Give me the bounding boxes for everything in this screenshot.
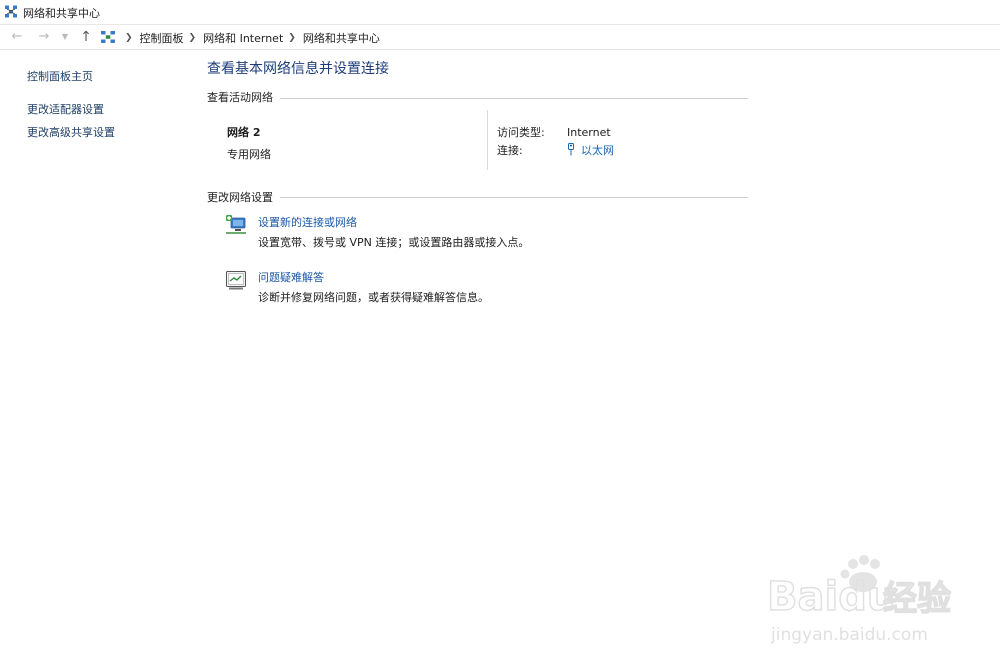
connections-row: 连接: 以太网 — [497, 142, 614, 158]
breadcrumb-control-panel[interactable]: 控制面板 — [140, 30, 184, 46]
title-bar: 网络和共享中心 — [0, 0, 1000, 24]
troubleshoot-icon[interactable] — [225, 269, 247, 291]
navigation-bar: ← → ▼ ↑ ❯ 控制面板 ❯ 网络和 Internet ❯ 网络和共享中心 — [0, 24, 1000, 50]
ethernet-icon — [568, 143, 574, 156]
back-arrow-icon[interactable]: ← — [9, 29, 25, 45]
ethernet-connection-link[interactable]: 以太网 — [567, 142, 614, 158]
task-new-connection: 设置新的连接或网络 设置宽带、拨号或 VPN 连接；或设置路由器或接入点。 — [225, 214, 555, 250]
network-category[interactable]: 专用网络 — [227, 146, 271, 162]
ethernet-label[interactable]: 以太网 — [581, 144, 614, 157]
control-panel-home-link[interactable]: 控制面板主页 — [27, 68, 93, 84]
change-advanced-sharing-link[interactable]: 更改高级共享设置 — [27, 124, 115, 140]
access-type-value: Internet — [567, 126, 611, 139]
access-type-row: 访问类型: Internet — [497, 124, 611, 140]
window-title: 网络和共享中心 — [23, 7, 100, 20]
breadcrumb-separator-icon[interactable]: ❯ — [288, 33, 296, 43]
active-networks-heading: 查看活动网络 — [207, 91, 273, 104]
network-name: 网络 2 — [227, 126, 261, 139]
task-troubleshoot: 问题疑难解答 诊断并修复网络问题，或者获得疑难解答信息。 — [225, 269, 555, 305]
watermark-brand-cn: 经验 — [883, 579, 951, 619]
baidu-watermark-logo: Baidu 经验 jingyan.baidu.com — [766, 555, 952, 645]
section-divider — [280, 197, 748, 198]
connections-label: 连接: — [497, 144, 523, 157]
breadcrumb-network-internet[interactable]: 网络和 Internet — [203, 30, 283, 46]
breadcrumb: ❯ 控制面板 ❯ 网络和 Internet ❯ 网络和共享中心 — [120, 30, 380, 46]
network-center-icon — [5, 5, 17, 18]
page-title: 查看基本网络信息并设置连接 — [207, 61, 389, 77]
address-network-icon — [101, 31, 115, 43]
new-connection-icon[interactable] — [225, 214, 247, 236]
vertical-divider — [487, 110, 488, 170]
recent-locations-chevron-icon[interactable]: ▼ — [60, 29, 70, 45]
section-divider — [280, 98, 748, 99]
change-settings-heading: 更改网络设置 — [207, 191, 273, 204]
setup-new-connection-description: 设置宽带、拨号或 VPN 连接；或设置路由器或接入点。 — [258, 236, 530, 249]
active-network-info: 网络 2 专用网络 — [227, 124, 271, 162]
access-type-label: 访问类型: — [497, 126, 545, 139]
up-arrow-icon[interactable]: ↑ — [78, 29, 94, 45]
watermark-brand: Baidu — [767, 574, 895, 620]
change-adapter-settings-link[interactable]: 更改适配器设置 — [27, 101, 104, 117]
breadcrumb-separator-icon[interactable]: ❯ — [125, 33, 133, 43]
troubleshoot-description: 诊断并修复网络问题，或者获得疑难解答信息。 — [258, 291, 489, 304]
breadcrumb-network-sharing-center[interactable]: 网络和共享中心 — [303, 30, 380, 46]
setup-new-connection-link[interactable]: 设置新的连接或网络 — [258, 214, 357, 230]
forward-arrow-icon[interactable]: → — [36, 29, 52, 45]
watermark-url: jingyan.baidu.com — [770, 625, 928, 645]
troubleshoot-problems-link[interactable]: 问题疑难解答 — [258, 269, 324, 285]
breadcrumb-separator-icon[interactable]: ❯ — [189, 33, 197, 43]
